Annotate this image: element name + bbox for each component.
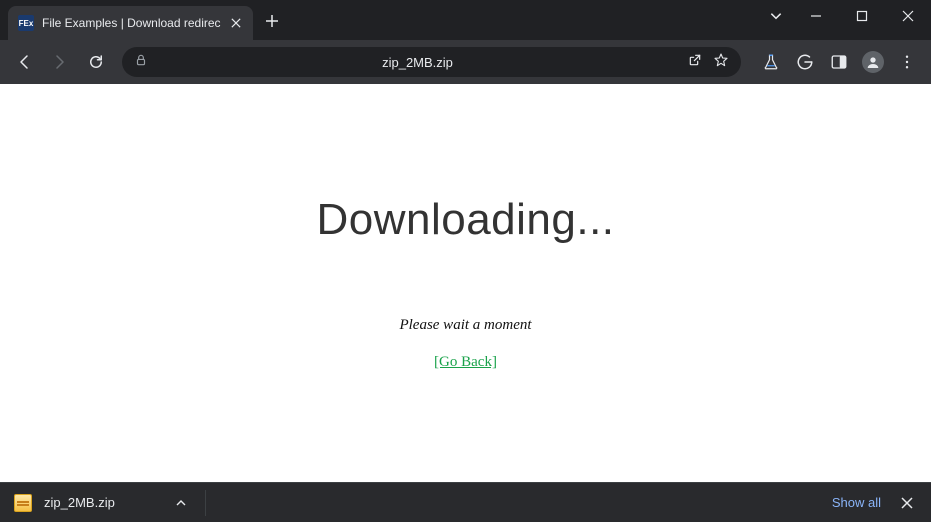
toolbar: zip_2MB.zip <box>0 40 931 84</box>
share-icon[interactable] <box>687 52 703 73</box>
download-options-icon[interactable] <box>165 487 197 519</box>
separator <box>205 490 206 516</box>
window-minimize-button[interactable] <box>793 0 839 32</box>
page-subtitle: Please wait a moment <box>399 317 531 334</box>
page-heading: Downloading... <box>316 195 614 245</box>
download-bar: zip_2MB.zip Show all <box>0 482 931 522</box>
tab-close-icon[interactable] <box>229 13 243 33</box>
titlebar: FEx File Examples | Download redirec <box>0 0 931 40</box>
toolbar-right <box>751 46 923 78</box>
new-tab-button[interactable] <box>265 14 279 33</box>
forward-button <box>44 46 76 78</box>
show-all-downloads-link[interactable]: Show all <box>822 489 891 516</box>
download-bar-close-icon[interactable] <box>891 487 923 519</box>
zip-file-icon <box>14 494 32 512</box>
go-back-link[interactable]: [Go Back] <box>434 354 497 371</box>
download-filename: zip_2MB.zip <box>44 495 115 510</box>
tab-favicon: FEx <box>18 15 34 31</box>
lock-icon <box>134 53 148 72</box>
window-maximize-button[interactable] <box>839 0 885 32</box>
avatar-icon <box>862 51 884 73</box>
reload-button[interactable] <box>80 46 112 78</box>
google-g-icon[interactable] <box>789 46 821 78</box>
profile-avatar[interactable] <box>857 46 889 78</box>
url-text: zip_2MB.zip <box>158 55 677 70</box>
bookmark-star-icon[interactable] <box>713 52 729 73</box>
tab-title: File Examples | Download redirec <box>42 16 221 30</box>
browser-tab[interactable]: FEx File Examples | Download redirec <box>8 6 253 40</box>
extension-flask-icon[interactable] <box>755 46 787 78</box>
tab-search-icon[interactable] <box>759 0 793 32</box>
back-button[interactable] <box>8 46 40 78</box>
kebab-menu-icon[interactable] <box>891 46 923 78</box>
window-close-button[interactable] <box>885 0 931 32</box>
page-content: Downloading... Please wait a moment [Go … <box>0 84 931 482</box>
side-panel-icon[interactable] <box>823 46 855 78</box>
address-bar[interactable]: zip_2MB.zip <box>122 47 741 77</box>
window-controls <box>759 0 931 32</box>
download-item[interactable]: zip_2MB.zip <box>8 487 125 519</box>
